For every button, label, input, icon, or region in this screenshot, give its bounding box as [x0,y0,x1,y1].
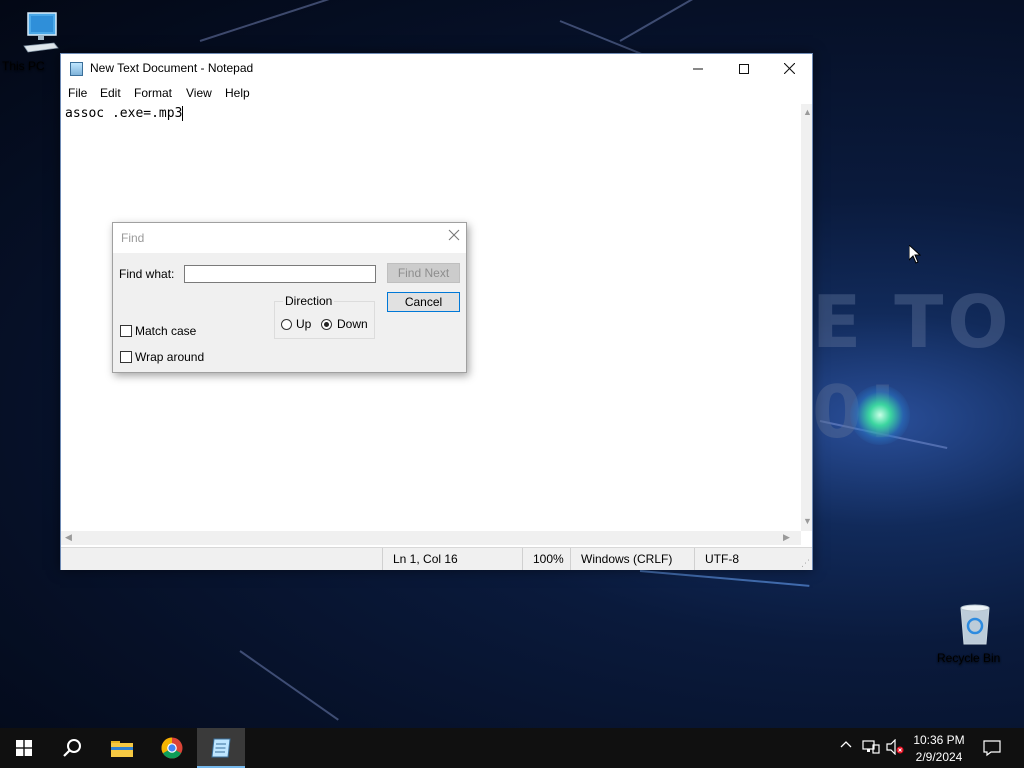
recycle-bin-icon [960,604,990,645]
maximize-icon [739,64,749,74]
desktop-icon-recycle-bin[interactable]: Recycle Bin [937,602,1013,665]
wrap-around-label[interactable]: Wrap around [135,350,204,364]
wallpaper-text: E TO [812,280,1013,364]
find-what-input[interactable] [184,265,376,283]
close-icon [448,229,460,241]
direction-label: Direction [283,294,335,308]
find-next-button[interactable]: Find Next [387,263,460,283]
menu-view[interactable]: View [186,86,212,100]
vertical-scrollbar[interactable]: ▲ ▼ [801,104,812,531]
wallpaper-lightning [619,0,777,42]
menu-file[interactable]: File [68,86,87,100]
action-center-notification-icon[interactable] [983,739,1001,760]
wrap-around-checkbox[interactable] [120,351,132,363]
menubar: File Edit Format View Help [61,84,812,104]
taskbar-chrome[interactable] [148,728,196,768]
taskbar-file-explorer[interactable] [98,728,146,768]
taskbar: 10:36 PM 2/9/2024 [0,728,1024,768]
maximize-button[interactable] [721,54,767,84]
minimize-button[interactable] [675,54,721,84]
network-icon[interactable] [862,739,880,758]
find-what-label: Find what: [119,267,175,281]
find-dialog: Find Find what: Find Next Cancel Directi… [112,222,467,373]
match-case-checkbox[interactable] [120,325,132,337]
start-button[interactable] [0,728,48,768]
cancel-button[interactable]: Cancel [387,292,460,312]
clock-date: 2/9/2024 [915,750,963,764]
show-hidden-icons-chevron-up-icon[interactable] [840,739,852,754]
wallpaper-lightning [239,650,339,721]
scroll-down-icon[interactable]: ▼ [803,516,812,526]
windows-logo-icon [16,740,32,756]
folder-icon [111,741,133,757]
mouse-cursor-icon [909,245,921,264]
desktop-icon-this-pc[interactable]: This PC [2,10,78,73]
computer-icon [23,12,59,53]
wallpaper-lightning [199,0,448,42]
status-bar: Ln 1, Col 16 100% Windows (CRLF) UTF-8 ⋰ [61,547,812,570]
status-encoding: UTF-8 [694,548,804,570]
volume-muted-icon[interactable] [886,738,904,758]
notepad-icon [70,62,83,76]
direction-group: Direction Up Down [274,294,375,339]
editor-text: assoc .exe=.mp3 [65,106,183,121]
minimize-icon [693,68,703,70]
scroll-right-icon[interactable]: ▶ [783,532,790,543]
find-dialog-title: Find [121,231,145,245]
notepad-icon [211,738,231,758]
direction-up-label[interactable]: Up [296,317,311,331]
direction-up-radio[interactable] [281,319,292,330]
direction-down-label[interactable]: Down [337,317,368,331]
desktop-icon-label: This PC [2,59,45,73]
match-case-label[interactable]: Match case [135,324,196,338]
scroll-left-icon[interactable]: ◀ [65,532,72,543]
status-position: Ln 1, Col 16 [382,548,522,570]
find-close-button[interactable] [448,228,460,246]
direction-down-radio[interactable] [321,319,332,330]
resize-grip-icon[interactable]: ⋰ [801,558,810,569]
status-zoom: 100% [522,548,570,570]
search-icon [63,739,81,757]
desktop-icon-label: Recycle Bin [937,651,1001,665]
find-titlebar[interactable]: Find [113,223,466,253]
window-title: New Text Document - Notepad [90,61,254,75]
horizontal-scrollbar[interactable]: ◀ ▶ [61,531,801,545]
status-line-ending: Windows (CRLF) [570,548,694,570]
wallpaper-glow [850,385,910,445]
search-button[interactable] [48,728,96,768]
close-icon [783,62,795,75]
scroll-up-icon[interactable]: ▲ [803,107,812,117]
clock-time: 10:36 PM [913,733,965,747]
menu-format[interactable]: Format [134,86,172,100]
text-caret [182,106,184,121]
taskbar-notepad[interactable] [197,728,245,768]
menu-edit[interactable]: Edit [100,86,121,100]
wallpaper-lightning [639,570,810,587]
editor-content-line: assoc .exe=.mp3 [65,106,184,121]
notepad-titlebar[interactable]: New Text Document - Notepad [61,54,812,84]
taskbar-clock[interactable]: 10:36 PM 2/9/2024 [904,732,974,766]
menu-help[interactable]: Help [225,86,250,100]
close-button[interactable] [766,54,812,84]
chrome-icon [161,737,183,759]
